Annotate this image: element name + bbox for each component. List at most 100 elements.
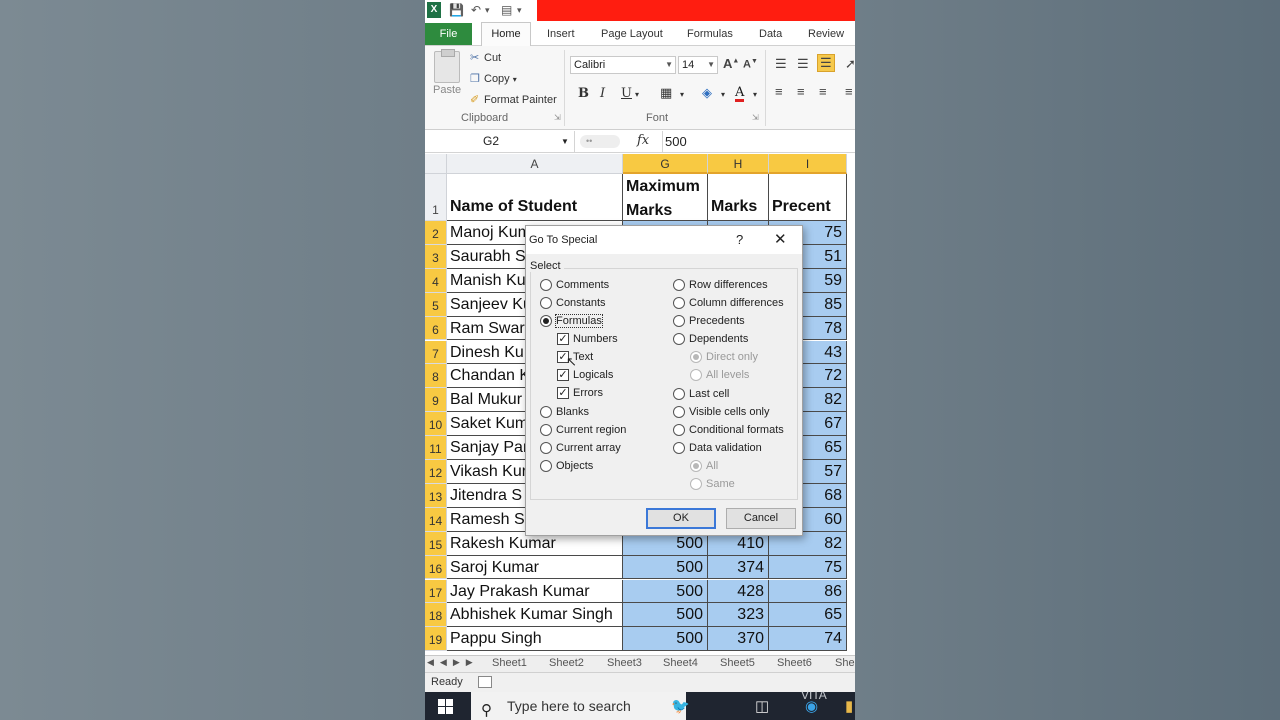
borders-icon[interactable]: ▦: [660, 86, 672, 101]
radio-suboption[interactable]: All levels: [690, 369, 749, 382]
windows-start-icon[interactable]: [438, 699, 453, 714]
header-cell-maximum-marks[interactable]: Maximum Marks: [623, 174, 708, 221]
insert-function-icon[interactable]: fx: [637, 133, 649, 148]
radio-icon[interactable]: [540, 279, 552, 291]
radio-icon[interactable]: [540, 442, 552, 455]
radio-option[interactable]: Formulas: [540, 314, 603, 329]
help-icon[interactable]: ?: [736, 226, 743, 254]
row-header[interactable]: 18: [425, 603, 447, 628]
row-header[interactable]: 10: [425, 412, 447, 437]
tab-insert[interactable]: Insert: [547, 25, 575, 43]
row-header[interactable]: 2: [425, 221, 447, 245]
radio-icon[interactable]: [673, 315, 685, 328]
shrink-font-icon[interactable]: A▼: [743, 58, 758, 71]
column-header-g[interactable]: G: [623, 154, 708, 174]
copy-button[interactable]: ❐ Copy ▾: [470, 72, 517, 85]
radio-icon[interactable]: [673, 279, 685, 291]
checkbox-option[interactable]: ✓ Numbers: [557, 333, 618, 345]
align-top-icon[interactable]: ☰: [775, 56, 787, 72]
font-launcher-icon[interactable]: ⇲: [752, 113, 759, 122]
row-header[interactable]: 9: [425, 388, 447, 413]
cell-student-name[interactable]: Saroj Kumar: [447, 555, 623, 580]
align-bottom-icon[interactable]: ☰: [817, 54, 835, 72]
borders-dropdown-icon[interactable]: ▾: [680, 90, 684, 99]
file-explorer-icon[interactable]: ▮: [845, 697, 853, 715]
ok-button[interactable]: OK: [646, 508, 716, 529]
format-painter-button[interactable]: ✐ Format Painter: [470, 93, 557, 106]
underline-button[interactable]: U: [621, 86, 632, 101]
sheet-tab[interactable]: Sheet5: [720, 657, 755, 669]
print-preview-icon[interactable]: ▤: [501, 3, 512, 17]
radio-icon[interactable]: [540, 315, 552, 328]
clipboard-launcher-icon[interactable]: ⇲: [554, 113, 561, 122]
column-header-h[interactable]: H: [708, 154, 769, 174]
tab-review[interactable]: Review: [808, 25, 844, 43]
cell-maximum-marks[interactable]: 500: [623, 627, 708, 652]
checkbox-option[interactable]: ✓ Errors: [557, 387, 603, 400]
customize-qat-icon[interactable]: ▾: [517, 3, 522, 17]
cell-student-name[interactable]: Pappu Singh: [447, 627, 623, 652]
radio-icon[interactable]: [673, 406, 685, 419]
radio-option[interactable]: Current array: [540, 442, 621, 455]
cell-maximum-marks[interactable]: 500: [623, 579, 708, 604]
radio-suboption[interactable]: All: [690, 460, 718, 472]
radio-option[interactable]: Constants: [540, 297, 606, 310]
radio-option[interactable]: Visible cells only: [673, 406, 770, 419]
font-size-select[interactable]: 14 ▼: [678, 56, 718, 74]
chevron-down-icon[interactable]: ▼: [561, 131, 569, 152]
radio-suboption[interactable]: Direct only: [690, 351, 758, 363]
radio-option[interactable]: Conditional formats: [673, 424, 784, 437]
checkbox-icon[interactable]: ✓: [557, 369, 569, 382]
row-header[interactable]: 11: [425, 436, 447, 460]
radio-option[interactable]: Comments: [540, 279, 609, 291]
row-header[interactable]: 4: [425, 268, 447, 293]
row-header[interactable]: 1: [425, 174, 447, 221]
radio-option[interactable]: Current region: [540, 424, 626, 437]
radio-option[interactable]: Row differences: [673, 279, 768, 291]
row-header[interactable]: 6: [425, 316, 447, 341]
fill-color-dropdown-icon[interactable]: ▾: [721, 90, 725, 99]
cancel-button[interactable]: Cancel: [726, 508, 796, 529]
radio-option[interactable]: Dependents: [673, 333, 748, 346]
macro-record-icon[interactable]: [478, 676, 492, 688]
radio-option[interactable]: Column differences: [673, 297, 784, 310]
undo-dropdown-icon[interactable]: ▾: [485, 3, 490, 17]
radio-option[interactable]: Precedents: [673, 315, 745, 328]
checkbox-icon[interactable]: ✓: [557, 333, 569, 345]
cell-percent[interactable]: 74: [769, 627, 847, 652]
row-header[interactable]: 19: [425, 627, 447, 652]
paste-button[interactable]: Paste: [433, 84, 461, 96]
radio-option[interactable]: Last cell: [673, 388, 729, 400]
underline-dropdown-icon[interactable]: ▾: [635, 90, 639, 99]
task-view-icon[interactable]: ◫: [755, 697, 769, 715]
cell-student-name[interactable]: Abhishek Kumar Singh: [447, 603, 623, 628]
row-header[interactable]: 15: [425, 531, 447, 556]
row-header[interactable]: 13: [425, 483, 447, 508]
cell-student-name[interactable]: Jay Prakash Kumar: [447, 579, 623, 604]
cell-maximum-marks[interactable]: 500: [623, 603, 708, 628]
radio-icon[interactable]: [540, 297, 552, 310]
cell-percent[interactable]: 75: [769, 555, 847, 580]
cell-percent[interactable]: 65: [769, 603, 847, 628]
row-header[interactable]: 14: [425, 507, 447, 532]
close-icon[interactable]: ✕: [774, 226, 787, 254]
row-header[interactable]: 8: [425, 364, 447, 389]
decrease-indent-icon[interactable]: ≡: [845, 84, 853, 99]
radio-icon[interactable]: [540, 424, 552, 437]
header-cell-marks[interactable]: Marks: [708, 174, 769, 221]
radio-icon[interactable]: [690, 351, 702, 363]
tab-file[interactable]: File: [425, 23, 472, 45]
header-cell-name[interactable]: Name of Student: [447, 174, 623, 221]
copy-dropdown-icon[interactable]: ▾: [513, 75, 517, 84]
radio-option[interactable]: Objects: [540, 460, 593, 473]
formula-bar-handle[interactable]: ••: [580, 135, 620, 148]
radio-icon[interactable]: [690, 369, 702, 382]
font-color-dropdown-icon[interactable]: ▾: [753, 90, 757, 99]
sheet-tab[interactable]: Sheet6: [777, 657, 812, 669]
row-header[interactable]: 5: [425, 292, 447, 317]
column-header-i[interactable]: I: [769, 154, 847, 174]
header-cell-percent[interactable]: Precent: [769, 174, 847, 221]
radio-icon[interactable]: [673, 333, 685, 346]
italic-button[interactable]: I: [600, 86, 605, 101]
tab-home[interactable]: Home: [481, 22, 531, 47]
